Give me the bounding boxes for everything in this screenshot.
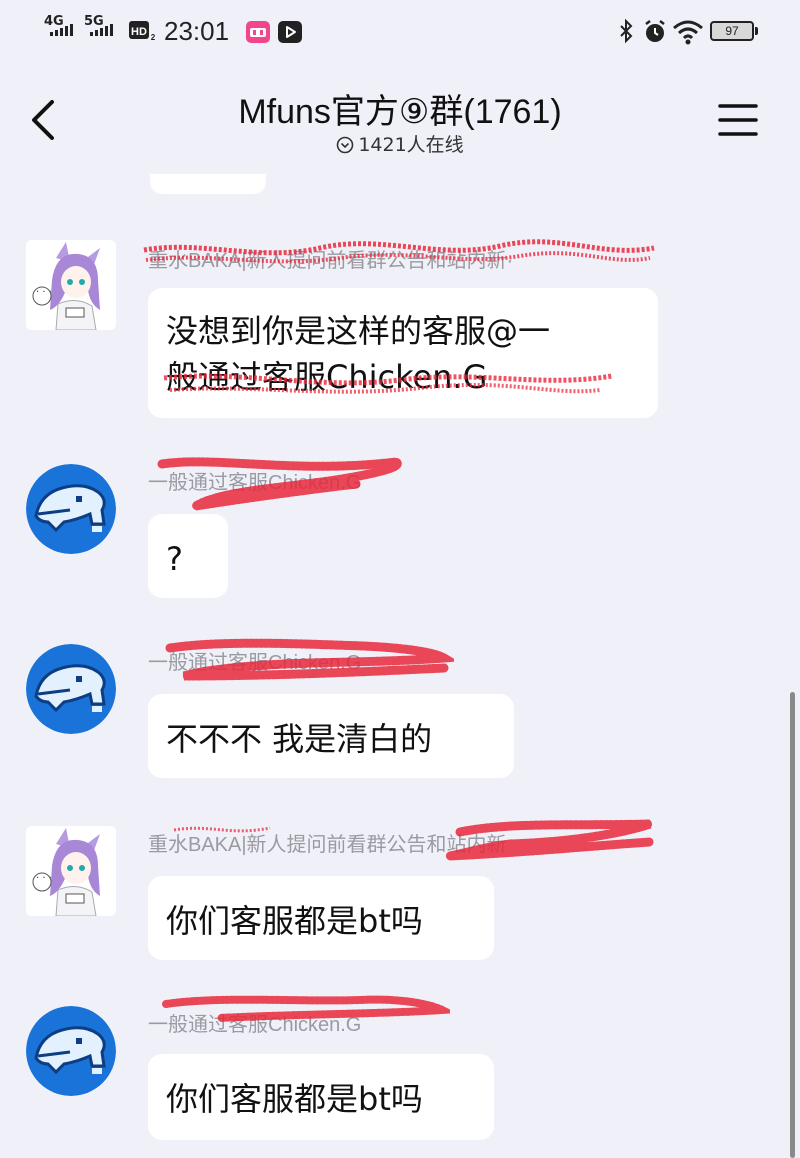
battery-indicator: 97 bbox=[710, 21, 758, 41]
wifi-icon bbox=[673, 20, 703, 45]
svg-text:. . .: . . . bbox=[36, 284, 52, 295]
sender-name: 一般通过客服Chicken.G bbox=[148, 472, 362, 494]
message-text: 你们客服都是bt吗 bbox=[166, 1080, 423, 1118]
pink-app-notification-icon bbox=[246, 21, 270, 43]
chat-message-list[interactable]: . . . 重水BAKA|新人提问前看群公告和站内新· 没想到你是这样的客服@一… bbox=[0, 174, 800, 1158]
sender-name: 重水BAKA|新人提问前看群公告和站内新 bbox=[148, 834, 507, 856]
play-app-notification-icon bbox=[278, 21, 302, 43]
chevron-down-circle-icon bbox=[337, 136, 354, 154]
svg-text:. . .: . . . bbox=[36, 870, 52, 881]
sender-name: 重水BAKA|新人提问前看群公告和站内新· bbox=[148, 250, 514, 272]
message-bubble[interactable]: 你们客服都是bt吗 bbox=[148, 1054, 494, 1140]
group-title[interactable]: Mfuns官方⑨群(1761) bbox=[0, 84, 800, 133]
chat-header: Mfuns官方⑨群(1761) 1421人在线 bbox=[0, 64, 800, 174]
message-bubble[interactable]: 你们客服都是bt吗 bbox=[148, 876, 494, 960]
hd-voice-icon: HD 2 bbox=[128, 20, 156, 42]
bluetooth-icon bbox=[620, 18, 633, 44]
anime-girl-avatar[interactable]: . . . bbox=[26, 826, 116, 916]
pixel-dolphin-avatar[interactable] bbox=[26, 644, 116, 734]
message-bubble[interactable]: 没想到你是这样的客服@一 般通过客服Chicken.G bbox=[148, 288, 658, 418]
pixel-dolphin-avatar[interactable] bbox=[26, 1006, 116, 1096]
status-bar: 4G 5G HD 2 23:01 97 bbox=[0, 0, 800, 64]
chat-scrollbar[interactable] bbox=[790, 692, 795, 1158]
message-bubble[interactable]: 不不不 我是清白的 bbox=[148, 694, 514, 778]
online-count-text: 1421人在线 bbox=[358, 134, 464, 156]
sender-name: 一般通过客服Chicken.G bbox=[148, 652, 362, 674]
status-clock: 23:01 bbox=[164, 16, 230, 46]
svg-text:HD: HD bbox=[131, 26, 147, 38]
sender-name: 一般通过客服Chicken.G bbox=[148, 1014, 362, 1036]
anime-girl-avatar[interactable]: . . . bbox=[26, 240, 116, 330]
previous-message-bubble[interactable] bbox=[150, 174, 266, 194]
message-bubble[interactable]: ? bbox=[148, 514, 228, 598]
message-text: 不不不 我是清白的 bbox=[166, 720, 433, 758]
message-text: ? bbox=[166, 540, 183, 578]
svg-text:2: 2 bbox=[151, 33, 156, 42]
menu-icon[interactable] bbox=[716, 100, 760, 140]
alarm-icon bbox=[645, 20, 665, 42]
pixel-dolphin-avatar[interactable] bbox=[26, 464, 116, 554]
online-count[interactable]: 1421人在线 bbox=[0, 130, 800, 157]
message-text: 你们客服都是bt吗 bbox=[166, 902, 423, 940]
message-text-line: 般通过客服Chicken.G bbox=[166, 358, 488, 396]
message-text-line: 没想到你是这样的客服@一 bbox=[166, 312, 551, 350]
